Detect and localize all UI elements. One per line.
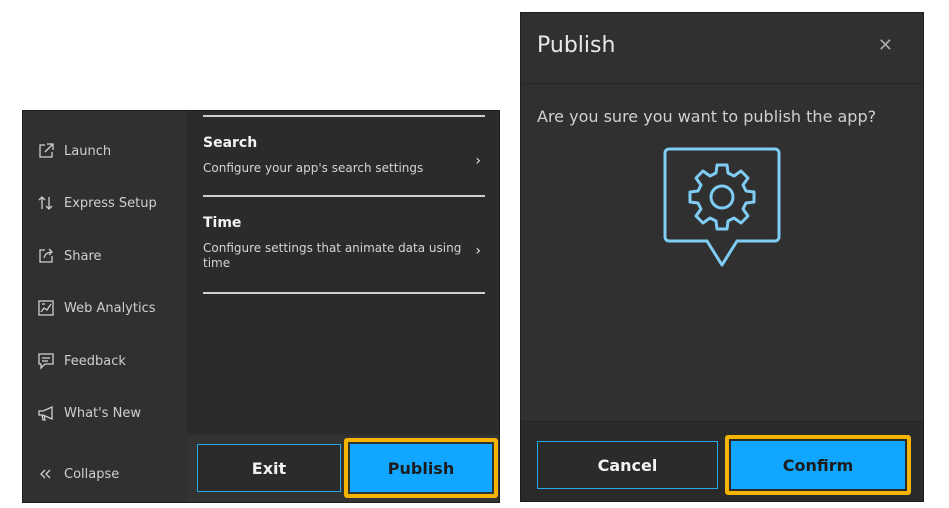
sidebar-item-label: What's New [64, 405, 141, 421]
sidebar-item-label: Launch [64, 143, 112, 159]
sidebar: Launch Express Setup Share Web Analytics… [23, 111, 187, 502]
dialog-message: Are you sure you want to publish the app… [537, 107, 877, 126]
sidebar-item-label: Share [64, 248, 102, 264]
setting-title: Search [203, 135, 258, 151]
dialog-footer: Cancel Confirm [521, 421, 923, 501]
feedback-icon [37, 352, 55, 370]
collapse-label: Collapse [64, 466, 120, 482]
divider [203, 115, 485, 117]
sidebar-item-feedback[interactable]: Feedback [37, 349, 126, 373]
divider [203, 292, 485, 294]
publish-dialog: Publish ✕ Are you sure you want to publi… [520, 12, 924, 502]
chevron-right-icon: › [475, 153, 481, 169]
setting-title: Time [203, 215, 242, 231]
collapse-button[interactable]: Collapse [37, 462, 119, 486]
divider [203, 195, 485, 197]
sidebar-item-label: Web Analytics [64, 300, 156, 316]
sidebar-item-label: Express Setup [64, 195, 157, 211]
setting-time[interactable]: Time Configure settings that animate dat… [203, 215, 485, 271]
sidebar-item-share[interactable]: Share [37, 244, 102, 268]
megaphone-icon [37, 404, 55, 422]
setting-description: Configure settings that animate data usi… [203, 241, 462, 270]
publish-button-highlight [344, 438, 498, 498]
panel-footer: Exit Publish [187, 435, 499, 502]
dialog-header: Publish ✕ [521, 13, 923, 84]
sidebar-item-express-setup[interactable]: Express Setup [37, 191, 157, 215]
app-settings-panel: Launch Express Setup Share Web Analytics… [22, 110, 500, 503]
exit-button[interactable]: Exit [197, 444, 341, 492]
sidebar-item-web-analytics[interactable]: Web Analytics [37, 296, 156, 320]
setting-search[interactable]: Search Configure your app's search setti… [203, 135, 485, 176]
dialog-title: Publish [537, 33, 616, 58]
launch-icon [37, 142, 55, 160]
cancel-button[interactable]: Cancel [537, 441, 718, 489]
gear-speech-bubble-icon [661, 145, 783, 273]
double-chevron-left-icon [37, 465, 55, 483]
sidebar-item-label: Feedback [64, 353, 126, 369]
sort-arrows-icon [37, 194, 55, 212]
setting-description: Configure your app's search settings [203, 161, 424, 175]
close-icon[interactable]: ✕ [878, 35, 893, 56]
share-icon [37, 247, 55, 265]
sidebar-item-whats-new[interactable]: What's New [37, 401, 141, 425]
analytics-icon [37, 299, 55, 317]
confirm-button-highlight [725, 435, 911, 495]
chevron-right-icon: › [475, 243, 481, 259]
sidebar-item-launch[interactable]: Launch [37, 139, 111, 163]
settings-list: Search Configure your app's search setti… [187, 111, 499, 435]
